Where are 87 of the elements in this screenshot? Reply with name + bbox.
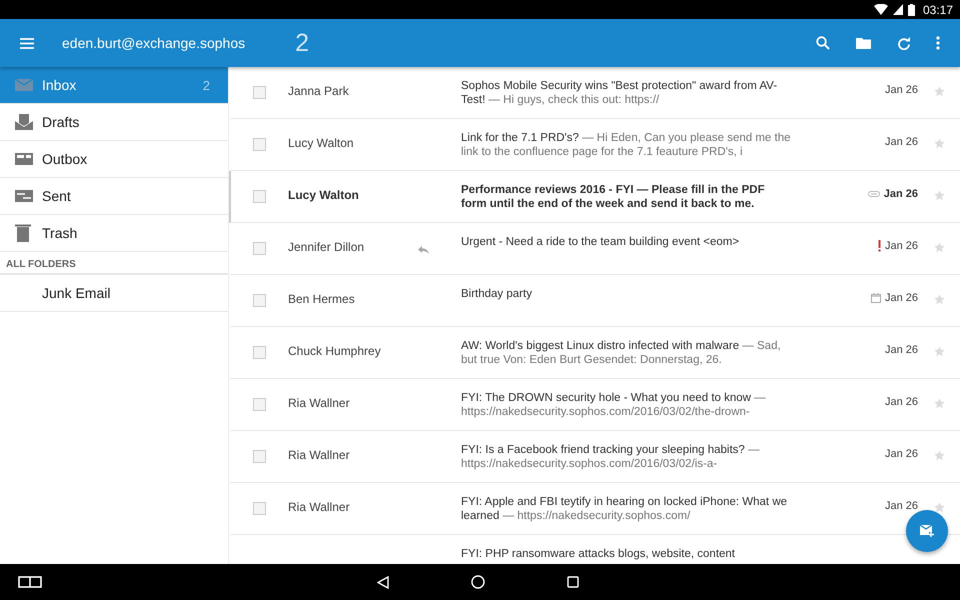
message-row[interactable]: Chuck Humphrey AW: World's biggest Linux distro infected with malware — Sad, but true Von: Eden Burt Gesendet: Donnerstag, 26. Jan 26: [229, 327, 960, 379]
message-row[interactable]: Lucy Walton Link for the 7.1 PRD's? — Hi Eden, Can you please send me the link to the confluence page for the 7.1 feauture PRD's, i Jan 26: [229, 119, 960, 171]
message-summary: FYI: The DROWN security hole - What you need to know — https://nakedsecurity.sophos.com/2016/03/02/the-drown-: [461, 391, 767, 419]
message-summary: Urgent - Need a ride to the team building event <eom>: [461, 235, 740, 249]
checkbox[interactable]: [253, 450, 266, 463]
star-icon[interactable]: [934, 450, 944, 461]
folder-count: 2: [202, 78, 210, 92]
message-row[interactable]: Janna Park Sophos Mobile Security wins "Best protection" award from AV-Test! — Hi guys, check this out: https:// Jan 26: [229, 67, 960, 119]
status-time: 03:17: [922, 2, 953, 16]
home-icon[interactable]: [471, 575, 485, 589]
message-row[interactable]: Lucy Walton Performance reviews 2016 - FYI — Please fill in the PDF form until the end of the week and send it back to me. Jan 26: [229, 171, 960, 223]
envelope-icon: [15, 78, 33, 92]
sidebar-item[interactable]: Inbox 2: [0, 67, 228, 104]
message-summary: Birthday party: [461, 287, 533, 301]
message-date: Jan 26: [884, 396, 918, 408]
checkbox[interactable]: [253, 398, 266, 411]
search-icon: [816, 36, 830, 50]
trash-icon: [15, 224, 31, 242]
message-summary: FYI: PHP ransomware attacks blogs, website, content: [461, 547, 736, 561]
checkbox[interactable]: [253, 190, 266, 203]
star-icon[interactable]: [934, 502, 944, 513]
message-date: Jan 26: [884, 188, 918, 200]
sender-name: Ria Wallner: [288, 396, 350, 410]
star-icon[interactable]: [934, 138, 944, 149]
message-date: Jan 26: [884, 240, 918, 252]
message-row[interactable]: Ben Hermes Birthday party Jan 26: [229, 275, 960, 327]
checkbox[interactable]: [253, 242, 266, 255]
sidebar-item[interactable]: Trash: [0, 215, 228, 252]
checkbox[interactable]: [253, 86, 266, 99]
envelope-plus-icon: [920, 525, 934, 537]
message-summary: FYI: Apple and FBI teytify in hearing on locked iPhone: What we learned — https://nakedsecurity.sophos.com/: [461, 495, 788, 523]
star-icon[interactable]: [934, 398, 944, 409]
star-icon[interactable]: [934, 86, 944, 97]
message-date: Jan 26: [884, 292, 918, 304]
message-row[interactable]: Jennifer Dillon Urgent - Need a ride to the team building event <eom> Jan 26: [229, 223, 960, 275]
message-summary: Link for the 7.1 PRD's? — Hi Eden, Can you please send me the link to the confluence page for the 7.1 feauture PRD's, i: [461, 131, 791, 159]
checkbox[interactable]: [253, 346, 266, 359]
transfer-icon: [15, 189, 33, 203]
sidebar-item[interactable]: Outbox: [0, 141, 228, 178]
message-summary: Performance reviews 2016 - FYI — Please fill in the PDF form until the end of the week and send it back to me.: [461, 183, 766, 211]
battery-icon: [908, 4, 915, 16]
checkbox[interactable]: [253, 138, 266, 151]
message-date: Jan 26: [884, 448, 918, 460]
tray-icon: [15, 152, 33, 166]
message-date: Jan 26: [884, 500, 918, 512]
sender-name: Ria Wallner: [288, 448, 350, 462]
signal-icon: [892, 4, 903, 15]
folder-icon: [856, 37, 871, 49]
sender-name: Lucy Walton: [288, 188, 359, 202]
sidebar-item[interactable]: Sent: [0, 178, 228, 215]
compose-button[interactable]: [906, 510, 948, 552]
star-icon[interactable]: [934, 346, 944, 357]
refresh-icon: [897, 36, 910, 50]
calendar-icon: [870, 293, 881, 303]
message-summary: FYI: Is a Facebook friend tracking your sleeping habits? — https://nakedsecurity.sophos.com/2016/03/02/is-a-: [461, 443, 761, 471]
sender-name: Ben Hermes: [288, 292, 355, 306]
message-row[interactable]: Ria Wallner FYI: Is a Facebook friend tracking your sleeping habits? — https://nakedsecurity.sophos.com/2016/03/02/is-a- Jan 26: [229, 431, 960, 483]
message-date: Jan 26: [884, 84, 918, 96]
unread-count: 2: [295, 28, 310, 58]
split-screen-icon[interactable]: [18, 576, 42, 588]
star-icon[interactable]: [934, 190, 944, 201]
menu-icon: [20, 38, 34, 48]
exclamation-icon: [878, 240, 881, 252]
sender-name: Jennifer Dillon: [288, 240, 364, 254]
message-row[interactable]: Ria Wallner FYI: The DROWN security hole - What you need to know — https://nakedsecurity.sophos.com/2016/03/02/the-drown- Jan 26: [229, 379, 960, 431]
sidebar-item[interactable]: Drafts: [0, 104, 228, 141]
more-icon: [936, 36, 940, 50]
back-icon[interactable]: [377, 576, 389, 588]
sender-name: Ria Wallner: [288, 500, 350, 514]
message-date: Jan 26: [884, 344, 918, 356]
star-icon[interactable]: [934, 242, 944, 253]
account-name: eden.burt@exchange.sophos: [62, 35, 246, 51]
wifi-icon: [874, 4, 888, 15]
folder-item[interactable]: Junk Email: [0, 275, 228, 312]
sender-name: Janna Park: [288, 84, 349, 98]
checkbox[interactable]: [253, 294, 266, 307]
checkbox[interactable]: [253, 502, 266, 515]
section-header: ALL FOLDERS: [0, 252, 228, 275]
sender-name: Chuck Humphrey: [288, 344, 381, 358]
message-date: Jan 26: [884, 136, 918, 148]
sender-name: Lucy Walton: [288, 136, 354, 150]
envelope-letter-icon: [15, 114, 33, 130]
recent-apps-icon[interactable]: [567, 576, 579, 588]
star-icon[interactable]: [934, 294, 944, 305]
message-summary: AW: World's biggest Linux distro infected with malware — Sad, but true Von: Eden Burt Gesendet: Donnerstag, 26.: [461, 339, 782, 367]
message-summary: Sophos Mobile Security wins "Best protection" award from AV-Test! — Hi guys, check this out: https://: [461, 79, 778, 107]
paperclip-icon: [868, 191, 880, 197]
